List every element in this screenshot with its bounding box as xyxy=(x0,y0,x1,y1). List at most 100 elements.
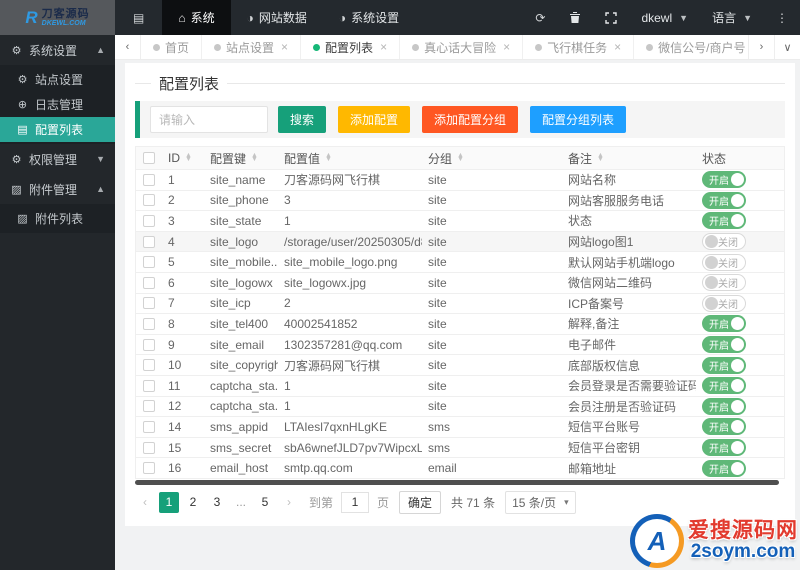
sidebar-group-attachments[interactable]: ▨ 附件管理 ▲ xyxy=(0,174,115,204)
row-checkbox[interactable] xyxy=(143,276,155,289)
sidebar-item-attachment-list[interactable]: ▨ 附件列表 xyxy=(0,206,115,231)
pagination-page-1[interactable]: 1 xyxy=(159,491,179,513)
tab-首页[interactable]: 首页 xyxy=(141,35,203,59)
refresh-button[interactable]: ⟳ xyxy=(523,11,557,25)
topnav-site-data[interactable]: ◑ 网站数据 xyxy=(231,0,323,35)
status-toggle[interactable]: 开启 xyxy=(702,459,746,477)
row-select-cell xyxy=(136,256,162,269)
more-menu[interactable]: ⋮ xyxy=(764,11,800,25)
sidebar-item-log-management[interactable]: ⊕ 日志管理 xyxy=(0,92,115,117)
sidebar-item-site-settings[interactable]: ⚙ 站点设置 xyxy=(0,67,115,92)
add-config-button[interactable]: 添加配置 xyxy=(338,106,411,133)
horizontal-scrollbar[interactable] xyxy=(135,479,779,485)
tab-微信公号/商户号[interactable]: 微信公号/商户号× xyxy=(634,35,748,59)
row-checkbox[interactable] xyxy=(143,441,155,454)
toggle-label: 开启 xyxy=(709,361,729,373)
header-value[interactable]: 配置值 ▲ ▼ xyxy=(278,150,422,167)
language-menu[interactable]: 语言 ▼ xyxy=(700,9,764,26)
tab-飞行棋任务[interactable]: 飞行棋任务 × xyxy=(523,35,635,59)
tabs-menu-button[interactable]: ∨ xyxy=(774,35,800,59)
sidebar-group-system-settings[interactable]: ⚙ 系统设置 ▲ xyxy=(0,35,115,65)
toolbar: 搜索 添加配置 添加配置分组 配置分组列表 xyxy=(135,101,785,138)
sort-icon[interactable]: ▲ ▼ xyxy=(185,152,192,163)
tab-close-icon[interactable]: × xyxy=(281,40,288,54)
status-toggle[interactable]: 开启 xyxy=(702,439,746,457)
tab-站点设置[interactable]: 站点设置 × xyxy=(202,35,302,59)
status-toggle[interactable]: 开启 xyxy=(702,336,746,354)
row-checkbox[interactable] xyxy=(143,214,155,227)
pagination-chevron[interactable]: ‹ xyxy=(135,492,155,513)
fullscreen-button[interactable] xyxy=(593,11,629,24)
header-key[interactable]: 配置键 ▲ ▼ xyxy=(204,150,278,167)
toggle-knob-icon xyxy=(731,420,744,434)
row-checkbox[interactable] xyxy=(143,297,155,310)
topnav-system-settings[interactable]: ◑ 系统设置 xyxy=(323,0,415,35)
status-toggle[interactable]: 开启 xyxy=(702,418,746,436)
row-checkbox[interactable] xyxy=(143,256,155,269)
status-toggle[interactable]: 关闭 xyxy=(702,233,746,251)
tabs-container: 首页站点设置×配置列表×真心话大冒险×飞行棋任务×微信公号/商户号×日志管理×价… xyxy=(141,35,748,59)
tabs-scroll-right-button[interactable]: › xyxy=(748,35,774,59)
sort-icon[interactable]: ▲ ▼ xyxy=(597,152,604,163)
tab-close-icon[interactable]: × xyxy=(380,40,387,54)
cell-group: email xyxy=(428,461,457,476)
pagination-page-5[interactable]: 5 xyxy=(255,492,275,513)
sidebar-group-permissions[interactable]: ⚙ 权限管理 ▼ xyxy=(0,144,115,174)
row-checkbox[interactable] xyxy=(143,173,155,186)
tab-dot-icon xyxy=(412,43,420,51)
status-toggle[interactable]: 开启 xyxy=(702,377,746,395)
goto-page-input[interactable] xyxy=(341,491,370,513)
status-toggle[interactable]: 关闭 xyxy=(702,253,746,271)
pagination-page-3[interactable]: 3 xyxy=(207,492,227,513)
status-toggle[interactable]: 开启 xyxy=(702,171,746,189)
status-toggle[interactable]: 开启 xyxy=(702,212,746,230)
app-logo[interactable]: R 刀客源码 DKEWL.COM xyxy=(0,0,115,35)
tabs-scroll-left-button[interactable]: ‹ xyxy=(115,35,141,59)
clear-cache-button[interactable] xyxy=(557,11,593,24)
header-remark[interactable]: 备注 ▲ ▼ xyxy=(562,150,696,167)
row-checkbox[interactable] xyxy=(143,379,155,392)
tab-close-icon[interactable]: × xyxy=(614,40,621,54)
status-toggle[interactable]: 开启 xyxy=(702,315,746,333)
row-checkbox[interactable] xyxy=(143,400,155,413)
row-checkbox[interactable] xyxy=(143,420,155,433)
topnav-system[interactable]: ⌂ 系统 xyxy=(162,0,231,35)
tab-配置列表[interactable]: 配置列表 × xyxy=(301,35,401,59)
status-toggle[interactable]: 开启 xyxy=(702,191,746,209)
cell-status: 关闭 xyxy=(696,253,784,271)
topbar: R 刀客源码 DKEWL.COM ▤ ⌂ 系统 ◑ 网站数据 ◑ 系统设置 ⟳ … xyxy=(0,0,800,35)
add-config-group-button[interactable]: 添加配置分组 xyxy=(422,106,519,133)
row-checkbox[interactable] xyxy=(143,317,155,330)
header-id[interactable]: ID ▲ ▼ xyxy=(162,151,204,165)
tab-真心话大冒险[interactable]: 真心话大冒险 × xyxy=(400,35,524,59)
pagination-page-2[interactable]: 2 xyxy=(183,492,203,513)
row-checkbox[interactable] xyxy=(143,462,155,475)
search-button[interactable]: 搜索 xyxy=(278,106,327,133)
pagination-chevron[interactable]: › xyxy=(279,492,299,513)
sidebar-collapse-button[interactable]: ▤ xyxy=(115,0,162,35)
config-group-list-button[interactable]: 配置分组列表 xyxy=(530,106,627,133)
sidebar: ⚙ 系统设置 ▲ ⚙ 站点设置 ⊕ 日志管理 ▤ 配置列表 ⚙ 权限管理 ▼ ▨… xyxy=(0,35,115,570)
cell-config-value: 2 xyxy=(284,296,291,311)
row-checkbox[interactable] xyxy=(143,338,155,351)
sort-icon[interactable]: ▲ ▼ xyxy=(457,152,464,163)
sidebar-item-config-list[interactable]: ▤ 配置列表 xyxy=(0,117,115,142)
confirm-button[interactable]: 确定 xyxy=(399,490,442,514)
header-group[interactable]: 分组 ▲ ▼ xyxy=(422,150,562,167)
status-toggle[interactable]: 开启 xyxy=(702,397,746,415)
status-toggle[interactable]: 关闭 xyxy=(702,274,746,292)
sort-icon[interactable]: ▲ ▼ xyxy=(325,152,332,163)
row-checkbox[interactable] xyxy=(143,235,155,248)
status-toggle[interactable]: 开启 xyxy=(702,356,746,374)
tab-close-icon[interactable]: × xyxy=(503,40,510,54)
row-checkbox[interactable] xyxy=(143,194,155,207)
toggle-label: 开启 xyxy=(709,217,729,229)
row-checkbox[interactable] xyxy=(143,359,155,372)
select-all-checkbox[interactable] xyxy=(143,152,155,164)
search-input[interactable] xyxy=(150,106,268,133)
status-toggle[interactable]: 关闭 xyxy=(702,294,746,312)
sort-icon[interactable]: ▲ ▼ xyxy=(251,152,258,163)
user-menu[interactable]: dkewl ▼ xyxy=(629,11,700,25)
per-page-select[interactable]: 15 条/页 ▾ xyxy=(505,490,576,514)
chevron-down-icon: ▼ xyxy=(96,154,105,164)
